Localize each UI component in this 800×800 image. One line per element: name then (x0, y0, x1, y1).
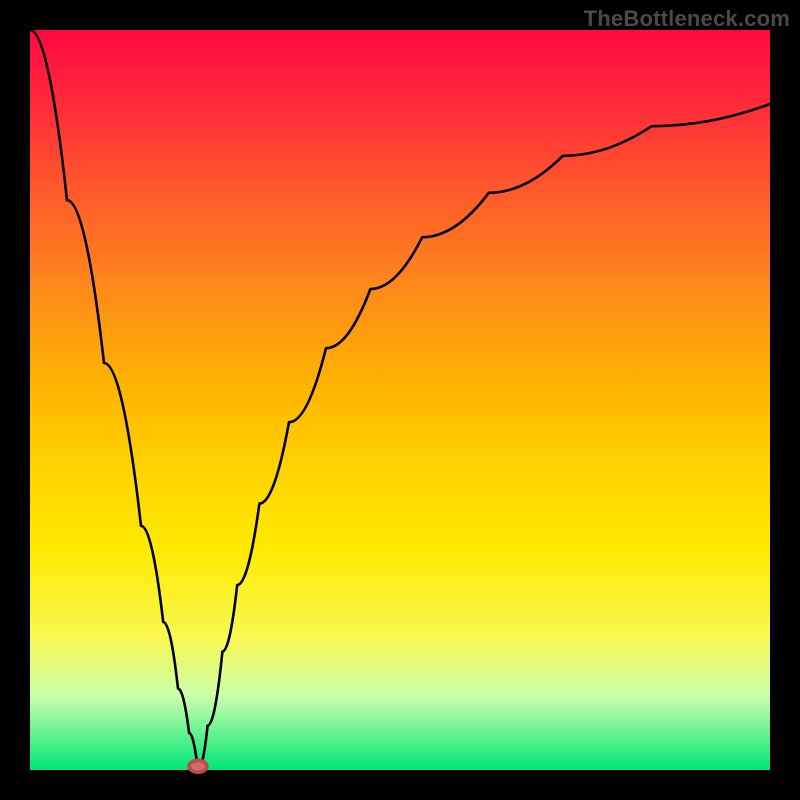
curve-left-branch (30, 30, 198, 770)
curve-right-branch (198, 104, 770, 770)
chart-frame: TheBottleneck.com (0, 0, 800, 800)
bottleneck-dot (189, 760, 207, 772)
chart-curve (30, 30, 770, 770)
watermark-label: TheBottleneck.com (584, 6, 790, 32)
